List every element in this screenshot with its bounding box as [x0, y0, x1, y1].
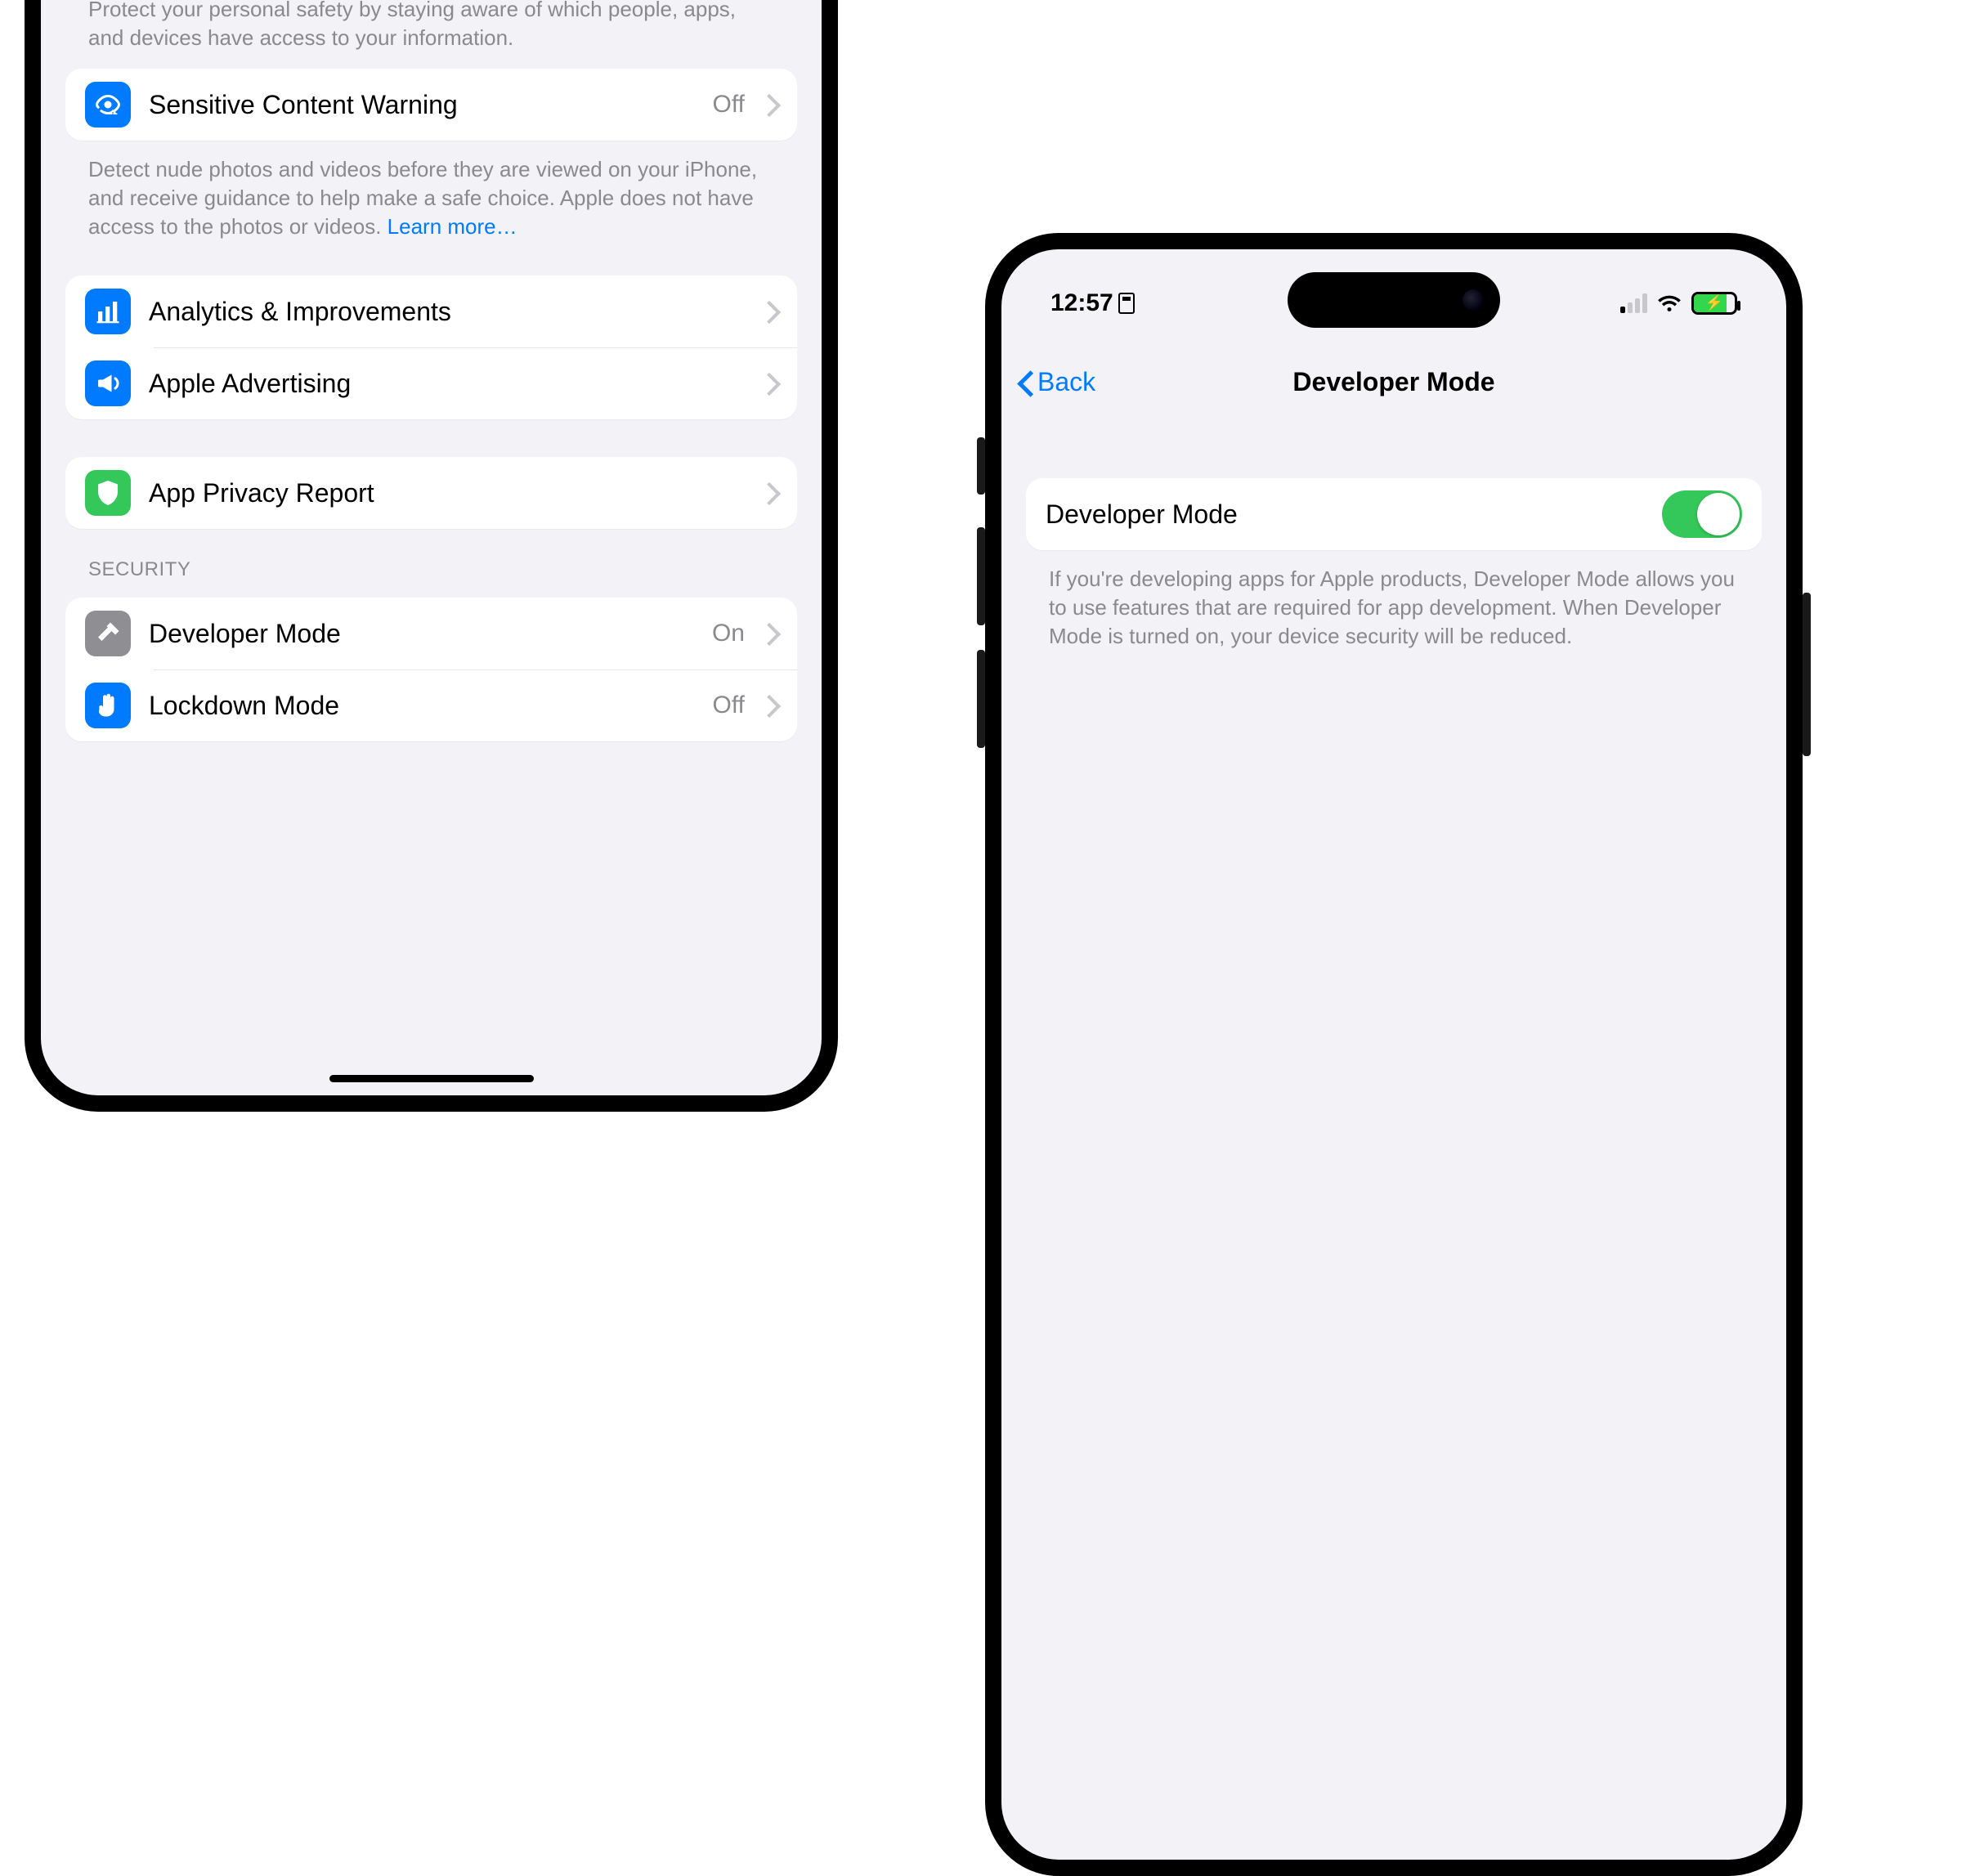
- power-button[interactable]: [1803, 593, 1811, 756]
- volume-down-button[interactable]: [977, 650, 985, 748]
- row-value: Off: [713, 692, 745, 719]
- group-dev-mode: Developer Mode: [1026, 478, 1762, 550]
- group-security: Developer Mode On Lockdown Mode Off: [65, 598, 797, 741]
- megaphone-icon: [85, 360, 131, 406]
- status-time: 12:57: [1050, 289, 1113, 317]
- phone-right: 12:57 ⚡ Back: [985, 233, 1803, 1876]
- screen-right: 12:57 ⚡ Back: [1001, 249, 1786, 1860]
- security-header: SECURITY: [65, 529, 797, 591]
- dev-mode-footer: If you're developing apps for Apple prod…: [1026, 553, 1762, 660]
- row-sensitive-content[interactable]: ! Sensitive Content Warning Off: [65, 69, 797, 141]
- chevron-right-icon: [763, 621, 777, 646]
- safety-check-footer: Protect your personal safety by staying …: [65, 0, 797, 62]
- row-label: Apple Advertising: [149, 369, 745, 399]
- chevron-right-icon: [763, 92, 777, 117]
- battery-charging-icon: ⚡: [1691, 292, 1737, 315]
- chevron-right-icon: [763, 371, 777, 396]
- row-label: Lockdown Mode: [149, 691, 695, 721]
- status-bar: 12:57 ⚡: [1001, 279, 1786, 328]
- row-value: Off: [713, 91, 745, 119]
- hand-icon: [85, 683, 131, 728]
- learn-more-link[interactable]: Learn more…: [387, 214, 517, 239]
- row-analytics[interactable]: Analytics & Improvements: [65, 275, 797, 347]
- row-dev-mode-toggle: Developer Mode: [1026, 478, 1762, 550]
- row-advertising[interactable]: Apple Advertising: [65, 347, 797, 419]
- home-indicator[interactable]: [329, 1075, 534, 1082]
- sensitive-footer: Detect nude photos and videos before the…: [65, 144, 797, 251]
- wifi-icon: [1657, 293, 1682, 313]
- group-analytics: Analytics & Improvements Apple Advertisi…: [65, 275, 797, 419]
- row-value: On: [712, 620, 745, 647]
- chevron-right-icon: [763, 299, 777, 324]
- row-lockdown-mode[interactable]: Lockdown Mode Off: [65, 669, 797, 741]
- hammer-icon: [85, 611, 131, 656]
- row-label: App Privacy Report: [149, 478, 745, 508]
- phone-left: Protect your personal safety by staying …: [25, 0, 838, 1112]
- eye-warning-icon: !: [85, 82, 131, 128]
- row-developer-mode[interactable]: Developer Mode On: [65, 598, 797, 669]
- screen-left: Protect your personal safety by staying …: [41, 0, 822, 1095]
- svg-text:!: !: [112, 110, 114, 118]
- row-privacy-report[interactable]: App Privacy Report: [65, 457, 797, 529]
- sim-card-icon: [1118, 293, 1135, 314]
- mute-switch[interactable]: [977, 437, 985, 495]
- chevron-right-icon: [763, 693, 777, 718]
- bar-chart-icon: [85, 289, 131, 334]
- row-label: Developer Mode: [149, 619, 694, 649]
- chevron-right-icon: [763, 481, 777, 505]
- volume-up-button[interactable]: [977, 527, 985, 625]
- row-label: Sensitive Content Warning: [149, 90, 695, 120]
- dev-mode-toggle[interactable]: [1662, 490, 1742, 538]
- group-privacy-report: App Privacy Report: [65, 457, 797, 529]
- shield-icon: [85, 470, 131, 516]
- group-sensitive: ! Sensitive Content Warning Off: [65, 69, 797, 141]
- row-label: Analytics & Improvements: [149, 297, 745, 327]
- cellular-signal-icon: [1620, 293, 1647, 313]
- row-label: Developer Mode: [1046, 499, 1644, 530]
